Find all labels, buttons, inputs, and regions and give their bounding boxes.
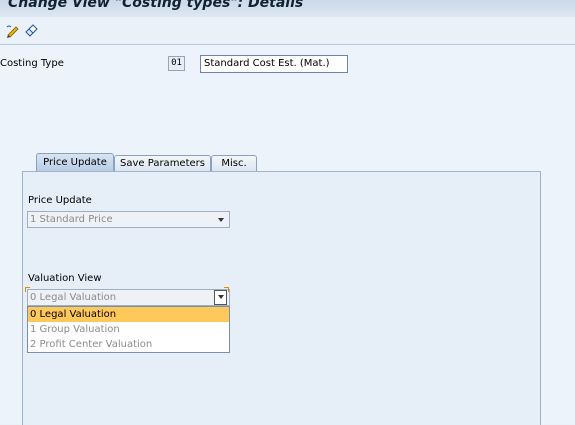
price-update-value: 1 Standard Price xyxy=(30,214,113,225)
costing-type-code: 01 xyxy=(168,56,185,71)
valuation-view-label: Valuation View xyxy=(28,273,102,284)
edit-pencil-icon[interactable] xyxy=(5,23,21,39)
chevron-down-icon[interactable] xyxy=(214,290,227,305)
list-item[interactable]: 0 Legal Valuation xyxy=(28,307,229,322)
list-item[interactable]: 2 Profit Center Valuation xyxy=(28,337,229,352)
focus-corner-icon xyxy=(224,287,229,292)
price-update-select[interactable]: 1 Standard Price xyxy=(27,211,230,228)
application-toolbar xyxy=(0,17,575,44)
costing-type-label: Costing Type xyxy=(0,58,64,69)
title-bar: Change View "Costing types": Details xyxy=(0,0,575,17)
list-item[interactable]: 1 Group Valuation xyxy=(28,322,229,337)
valuation-view-dropdown-list: 0 Legal Valuation 1 Group Valuation 2 Pr… xyxy=(27,306,230,353)
other-view-icon[interactable] xyxy=(23,23,39,39)
page-title: Change View "Costing types": Details xyxy=(8,0,304,11)
valuation-view-select[interactable]: 0 Legal Valuation xyxy=(27,289,230,306)
chevron-down-icon[interactable] xyxy=(215,212,227,227)
costing-type-description[interactable]: Standard Cost Est. (Mat.) xyxy=(200,55,348,73)
tab-save-parameters[interactable]: Save Parameters xyxy=(114,155,211,172)
tab-price-update[interactable]: Price Update xyxy=(36,153,114,172)
focus-corner-icon xyxy=(25,287,30,292)
price-update-label: Price Update xyxy=(28,195,92,206)
tab-misc[interactable]: Misc. xyxy=(211,155,257,172)
valuation-view-value: 0 Legal Valuation xyxy=(30,292,117,303)
